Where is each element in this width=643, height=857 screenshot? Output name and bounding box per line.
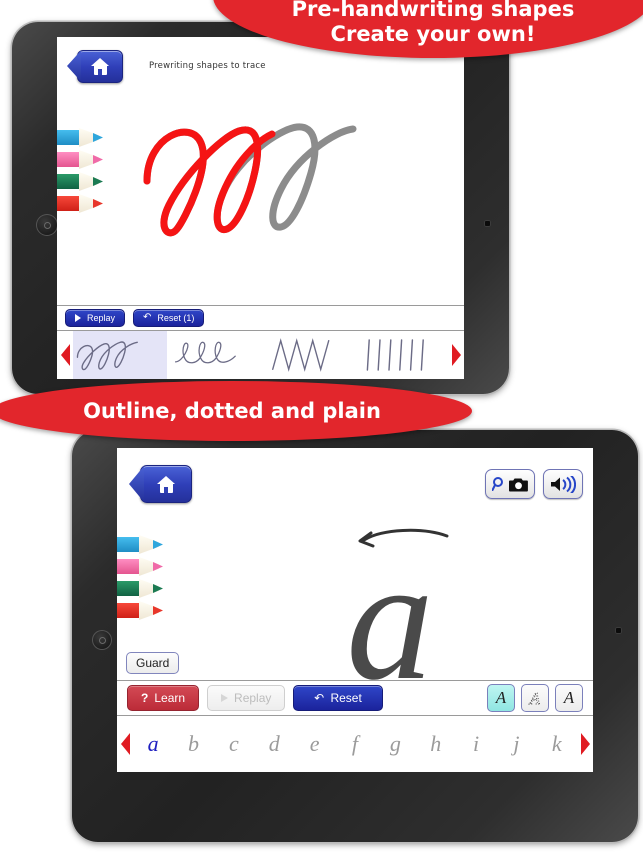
learn-label: Learn: [154, 691, 186, 705]
home-icon: [156, 475, 176, 493]
svg-text:A: A: [529, 689, 541, 707]
letter-glyph: a: [346, 522, 434, 680]
style-outline-label: A: [495, 688, 507, 707]
letter-style-group: A A A: [487, 684, 583, 712]
toolbar-top-two: [117, 448, 593, 512]
photo-button[interactable]: [485, 469, 535, 499]
replay-button[interactable]: Replay: [65, 309, 126, 327]
banner-top-line1: Pre-handwriting shapes: [291, 0, 575, 22]
letter-item-e[interactable]: e: [294, 731, 334, 757]
letter-item-j[interactable]: j: [496, 731, 536, 757]
toolbar-right-group: [485, 469, 583, 499]
shape-picker: [57, 331, 464, 379]
letter-item-g[interactable]: g: [375, 731, 415, 757]
tracing-canvas-two[interactable]: a Guard: [117, 512, 593, 680]
trace-shape-canvas[interactable]: [139, 101, 439, 251]
shape-item-zigzag[interactable]: [261, 331, 355, 379]
shape-list: [73, 331, 448, 379]
replay-label: Replay: [234, 691, 272, 705]
page-title: Prewriting shapes to trace: [149, 61, 266, 71]
pencil-decoration: [57, 127, 103, 214]
app-two: a Guard ? Learn Replay ↷ Reset A A A a b…: [117, 448, 593, 772]
tablet-two: a Guard ? Learn Replay ↷ Reset A A A a b…: [72, 430, 638, 842]
style-button-plain[interactable]: A: [555, 684, 583, 712]
sound-button[interactable]: [543, 469, 583, 499]
app-one: Prewriting shapes to trace Replay ↷ Rese…: [57, 37, 464, 379]
banner-middle-line1: Outline, dotted and plain: [83, 399, 381, 423]
letter-item-c[interactable]: c: [214, 731, 254, 757]
letter-item-b[interactable]: b: [173, 731, 213, 757]
style-button-outline[interactable]: A: [487, 684, 515, 712]
hardware-home-button[interactable]: [92, 630, 112, 650]
style-button-dotted[interactable]: A: [521, 684, 549, 712]
camera-icon: [509, 478, 528, 491]
shape-thumb-cursive-e: [174, 341, 236, 364]
reset-button[interactable]: ↷ Reset: [293, 685, 383, 711]
shape-item-vertical-lines[interactable]: [354, 331, 448, 379]
pencil-decoration: [117, 534, 163, 621]
action-bar-two: ? Learn Replay ↷ Reset A A A: [117, 680, 593, 716]
shape-item-cursive-e[interactable]: [167, 331, 261, 379]
play-icon: [75, 314, 81, 322]
letter-picker: abcdefghijk: [117, 716, 593, 772]
letter-item-i[interactable]: i: [456, 731, 496, 757]
prev-arrow-icon[interactable]: [117, 733, 133, 755]
home-button[interactable]: [77, 49, 123, 83]
prev-arrow-icon[interactable]: [57, 344, 73, 366]
reset-label: Reset: [330, 691, 362, 705]
next-arrow-icon[interactable]: [577, 733, 593, 755]
shape-thumb-loops: [76, 341, 138, 371]
home-icon: [90, 57, 110, 75]
letter-item-k[interactable]: k: [537, 731, 577, 757]
next-arrow-icon[interactable]: [448, 344, 464, 366]
question-icon: ?: [141, 691, 149, 705]
letter-list: abcdefghijk: [133, 716, 577, 772]
letter-glyph-canvas[interactable]: a: [272, 520, 522, 680]
action-bar-one: Replay ↷ Reset (1): [57, 305, 464, 331]
play-icon: [221, 694, 229, 702]
letter-item-d[interactable]: d: [254, 731, 294, 757]
reset-button[interactable]: ↷ Reset (1): [133, 309, 205, 327]
speaker-icon: [551, 475, 576, 493]
letter-item-f[interactable]: f: [335, 731, 375, 757]
home-button[interactable]: [140, 465, 192, 503]
replay-label: Replay: [87, 313, 116, 323]
tablet-one: Prewriting shapes to trace Replay ↷ Rese…: [12, 22, 509, 394]
shape-thumb-lines: [366, 339, 425, 371]
letter-item-a[interactable]: a: [133, 731, 173, 757]
style-plain-label: A: [563, 688, 575, 707]
learn-button[interactable]: ? Learn: [127, 685, 200, 711]
undo-icon: ↷: [143, 312, 152, 323]
magnifier-icon: [492, 477, 503, 491]
guard-button[interactable]: Guard: [126, 652, 180, 674]
hardware-home-button[interactable]: [36, 214, 58, 236]
banner-top-line2: Create your own!: [330, 22, 536, 46]
tablet-one-screen: Prewriting shapes to trace Replay ↷ Rese…: [57, 37, 464, 379]
shape-thumb-zigzag: [272, 338, 330, 372]
screenshot-stage: Prewriting shapes to trace Replay ↷ Rese…: [0, 0, 643, 857]
undo-icon: ↷: [314, 691, 325, 705]
shape-item-loops[interactable]: [73, 331, 167, 379]
replay-button[interactable]: Replay: [207, 685, 286, 711]
tracing-canvas-one[interactable]: [57, 89, 464, 305]
reset-label: Reset (1): [157, 313, 195, 323]
front-camera-icon: [615, 627, 622, 634]
dotted-a-icon: A: [528, 689, 541, 707]
tablet-two-screen: a Guard ? Learn Replay ↷ Reset A A A a b…: [117, 448, 593, 772]
banner-middle: Outline, dotted and plain: [0, 381, 472, 441]
front-camera-icon: [484, 220, 491, 227]
letter-item-h[interactable]: h: [416, 731, 456, 757]
